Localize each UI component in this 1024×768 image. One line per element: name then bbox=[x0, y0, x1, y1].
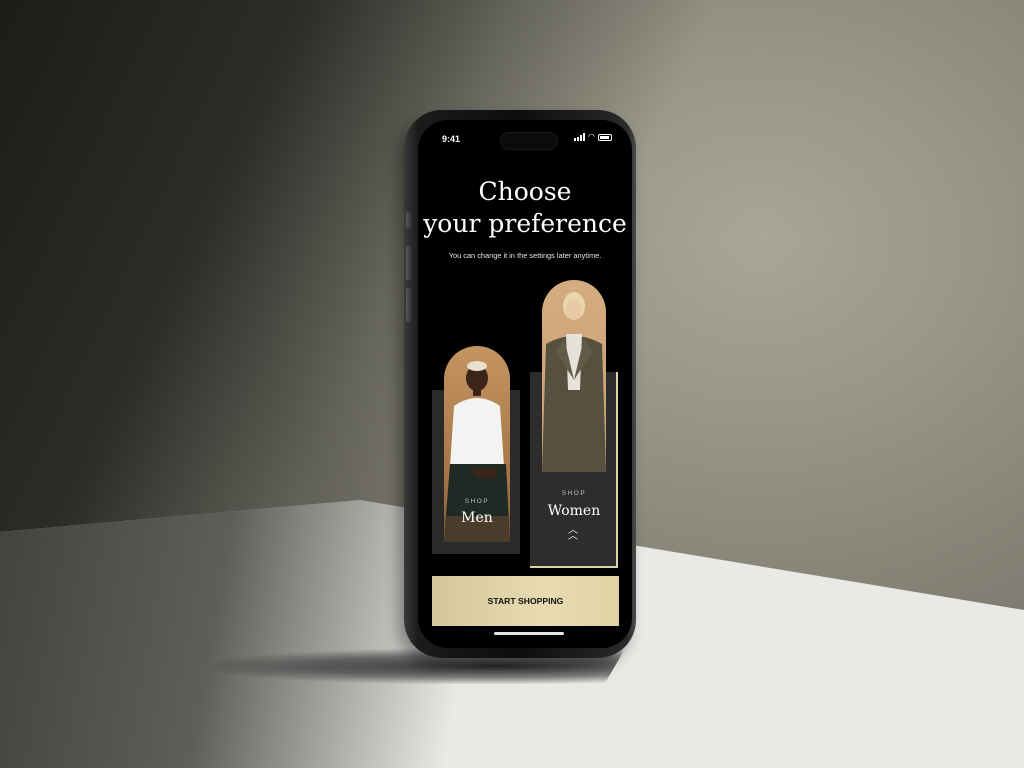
women-model-photo bbox=[542, 280, 606, 472]
home-indicator[interactable] bbox=[494, 632, 564, 635]
title-line-2: your preference bbox=[423, 209, 627, 238]
wifi-icon: ◠ bbox=[588, 132, 595, 141]
men-shop-label: SHOP bbox=[464, 498, 490, 505]
women-model-illustration bbox=[542, 292, 606, 472]
volume-down-button bbox=[406, 288, 412, 322]
phone-screen: 9:41 ◠ Choose your preference You can ch… bbox=[418, 120, 632, 648]
cellular-signal-icon bbox=[574, 133, 586, 141]
dynamic-island bbox=[500, 132, 558, 150]
page-subtitle: You can change it in the settings later … bbox=[448, 251, 602, 260]
title-line-1: Choose bbox=[478, 177, 572, 206]
women-option-label: Women bbox=[547, 503, 601, 519]
chevron-up-icon: ︿ ︿ bbox=[568, 525, 578, 542]
women-shop-label: SHOP bbox=[561, 490, 587, 497]
volume-up-button bbox=[406, 246, 412, 280]
status-icons: ◠ bbox=[574, 133, 612, 141]
page-title: Choose your preference bbox=[418, 176, 632, 240]
battery-icon bbox=[598, 133, 612, 141]
mute-switch bbox=[406, 212, 412, 228]
start-shopping-button[interactable]: START SHOPPING bbox=[432, 576, 619, 626]
status-time: 9:41 bbox=[442, 134, 461, 144]
men-option-label: Men bbox=[461, 510, 493, 526]
